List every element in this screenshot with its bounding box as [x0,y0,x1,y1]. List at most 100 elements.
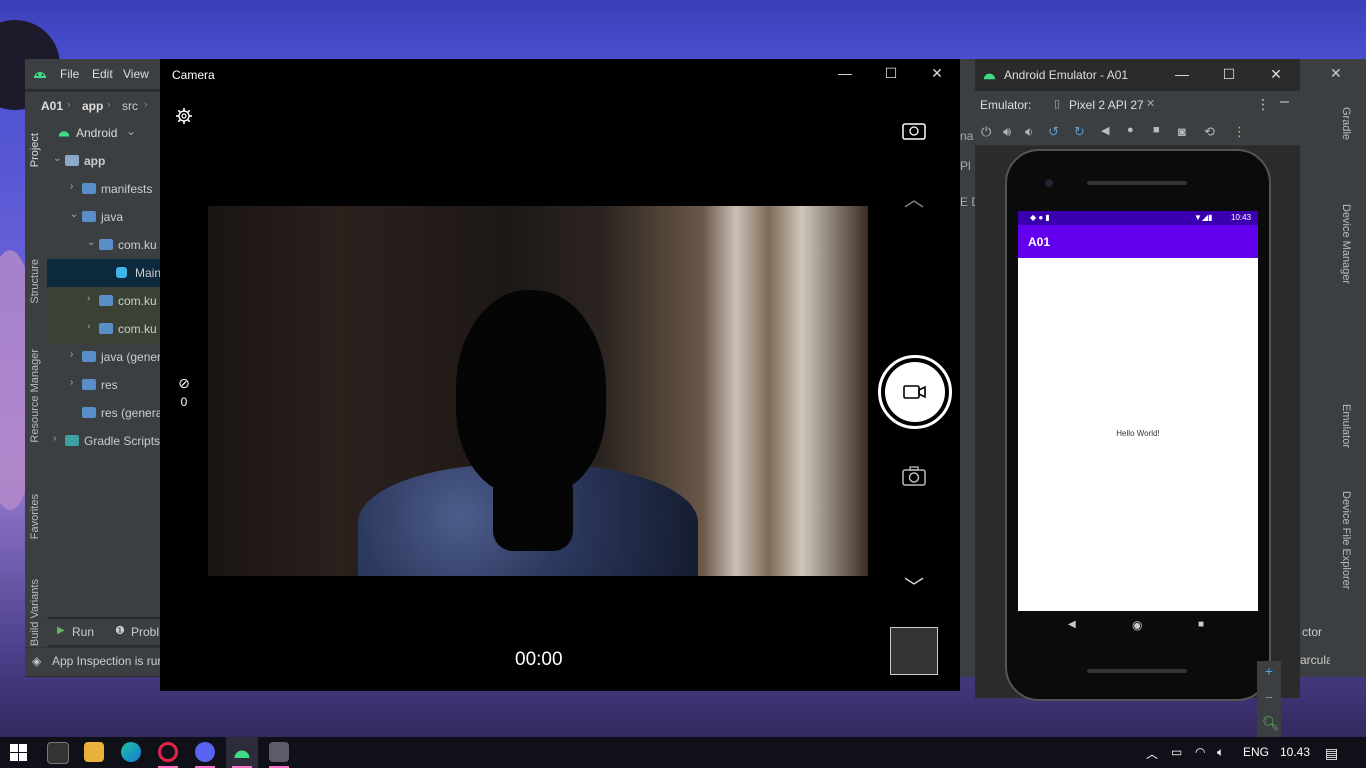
chevron-right-icon[interactable]: › [70,181,73,192]
tab-project[interactable]: Project [29,133,41,167]
project-view-selector[interactable]: Android ⌄ [47,119,160,147]
file-explorer-icon[interactable] [84,742,104,762]
exposure-control[interactable]: ⊘ 0 [175,375,193,409]
tree-item[interactable]: res (genera [47,399,162,427]
chevron-right-icon[interactable]: › [87,321,90,332]
overview-icon[interactable]: ■ [1153,124,1160,136]
android-studio-taskbar-button[interactable] [226,737,258,768]
folder-icon [99,295,113,306]
android-nav-bar: ◀ ◉ ■ [1018,611,1258,641]
chevron-down-icon[interactable]: ⌄ [53,153,61,164]
tree-item[interactable]: › com.ku [47,315,160,343]
status-text: App Inspection is rur [52,654,162,668]
device-tab[interactable]: ▯ Pixel 2 API 27 ✕ [1050,91,1160,121]
nav-recents-icon[interactable]: ■ [1198,619,1204,630]
close-icon[interactable]: ✕ [1330,65,1342,82]
screenshot-icon[interactable]: ◙ [1178,124,1186,139]
extended-controls-icon[interactable]: ⋮ [1233,124,1246,140]
chevron-right-icon: › [67,99,71,111]
tree-item-label: Main [135,266,162,280]
edge-icon[interactable] [121,742,141,762]
tree-item[interactable]: ⌄ app [47,147,160,175]
photo-mode-camera-icon[interactable] [901,465,927,487]
tab-device-manager[interactable]: Device Manager [1340,204,1352,284]
zoom-out-icon[interactable]: − [1262,689,1276,705]
tab-run[interactable]: Run [72,625,94,639]
chevron-down-icon: ⌄ [126,124,137,138]
chevron-up-icon[interactable]: ︿ [1146,745,1158,762]
volume-down-icon[interactable]: 🔉︎ [1025,124,1033,140]
tree-item[interactable]: Main [47,259,162,287]
tree-item[interactable]: › res [47,371,160,399]
home-icon[interactable]: ● [1127,124,1134,136]
tree-item[interactable]: › manifests [47,175,160,203]
tree-item[interactable]: › Gradle Scripts [47,427,160,455]
close-icon[interactable]: ✕ [927,65,947,82]
person-head [456,290,606,495]
back-icon[interactable]: ◀ [1101,124,1109,137]
clock[interactable]: 10.43 [1280,745,1310,759]
tab-gradle[interactable]: Gradle [1340,107,1352,140]
menu-edit[interactable]: Edit [92,67,113,81]
menu-file[interactable]: File [60,67,79,81]
nav-back-icon[interactable]: ◀ [1068,619,1076,630]
close-icon[interactable]: ✕ [1266,66,1286,83]
tab-device-file-explorer[interactable]: Device File Explorer [1340,491,1352,589]
tab-build-variants[interactable]: Build Variants [29,579,41,646]
switch-camera-icon[interactable] [901,119,927,143]
tree-item[interactable]: › com.ku [47,287,160,315]
volume-icon[interactable]: 🔈︎ [1217,745,1224,760]
device-screen[interactable]: ◆ ● ▮ ▼◢▮ 10:43 A01 Hello World! [1018,211,1258,611]
rotate-left-icon[interactable]: ↺ [1048,124,1059,140]
opera-icon[interactable] [158,742,178,762]
tab-problems[interactable]: Probl [131,625,159,639]
chevron-up-icon[interactable]: ︿ [904,183,924,212]
terminal-icon[interactable] [47,742,69,764]
more-options-icon[interactable]: ⋮ [1256,96,1270,113]
tree-item[interactable]: › java (gener [47,343,161,371]
notifications-icon[interactable]: ▤ [1325,745,1338,762]
close-tab-icon[interactable]: ✕ [1146,97,1155,110]
recording-timer: 00:00 [515,649,563,670]
minimize-icon[interactable]: — [1172,66,1192,82]
windows-start-icon[interactable] [10,744,27,761]
snapshot-icon[interactable]: ⟲ [1204,124,1215,140]
record-video-button[interactable] [878,355,952,429]
minimize-icon[interactable]: — [835,65,855,81]
tab-favorites[interactable]: Favorites [29,494,41,539]
battery-icon[interactable]: ▭ [1171,745,1182,759]
chevron-down-icon[interactable]: ⌄ [70,209,78,220]
tab-resource-manager[interactable]: Resource Manager [29,349,41,443]
zoom-fit-icon[interactable]: 🔍︎ [1262,715,1280,732]
hide-icon[interactable]: – [1280,93,1289,111]
chevron-right-icon[interactable]: › [53,433,56,444]
wifi-icon[interactable]: ◠ [1195,745,1205,759]
rotate-right-icon[interactable]: ↻ [1074,124,1085,140]
tab-structure[interactable]: Structure [29,259,41,304]
breadcrumb-src[interactable]: src [122,99,138,113]
power-icon[interactable]: ⏻ [981,124,991,140]
gallery-thumbnail[interactable] [890,627,938,675]
menu-view[interactable]: View [123,67,149,81]
settings-gear-icon[interactable] [175,107,193,125]
nav-home-icon[interactable]: ◉ [1132,618,1142,632]
tree-item[interactable]: ⌄ com.ku [47,231,160,259]
chevron-right-icon[interactable]: › [87,293,90,304]
tree-item[interactable]: ⌄ java [47,203,160,231]
breadcrumb-project[interactable]: A01 [41,99,63,113]
right-tool-strip: Gradle Device Manager Emulator Device Fi… [1330,89,1366,677]
breadcrumb-module[interactable]: app [82,99,103,113]
discord-icon[interactable] [195,742,215,762]
partial-label: na [960,129,974,143]
maximize-icon[interactable]: ☐ [881,65,901,82]
volume-up-icon[interactable]: 🔊︎ [1003,124,1011,140]
tab-emulator[interactable]: Emulator [1340,404,1352,448]
zoom-in-icon[interactable]: + [1262,663,1276,679]
maximize-icon[interactable]: ☐ [1219,66,1239,83]
chevron-down-icon[interactable]: ﹀ [904,571,924,600]
chevron-down-icon[interactable]: ⌄ [87,237,95,248]
chevron-right-icon[interactable]: › [70,377,73,388]
camera-app-icon[interactable] [269,742,289,762]
chevron-right-icon[interactable]: › [70,349,73,360]
language-indicator[interactable]: ENG [1243,745,1269,759]
